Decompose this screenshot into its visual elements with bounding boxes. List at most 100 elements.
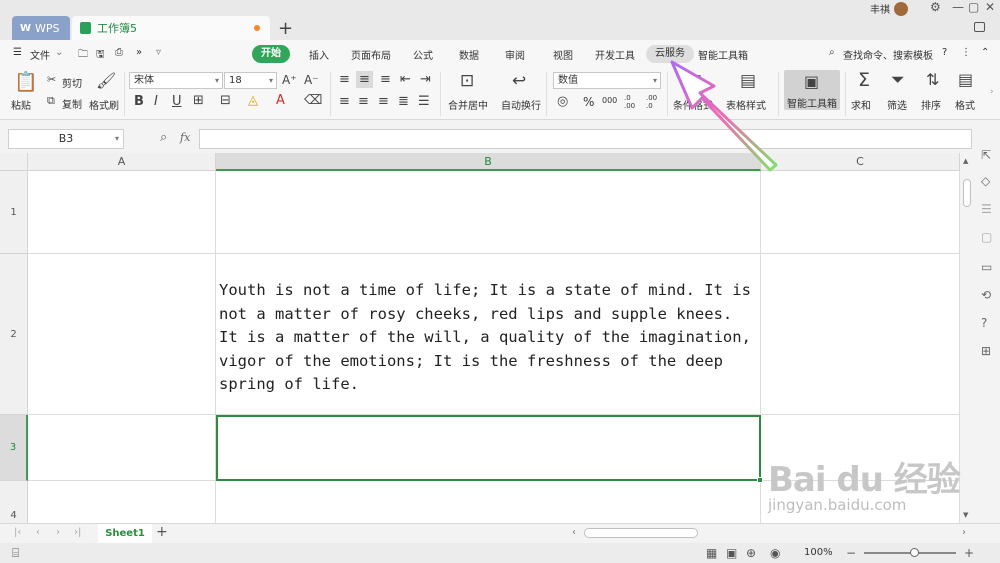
close-button[interactable]: ✕ (985, 0, 995, 14)
style-icon[interactable]: ▢ (981, 230, 992, 244)
more-options-icon[interactable]: ⋮ (961, 47, 971, 58)
select-all-corner[interactable] (0, 153, 28, 171)
zoom-level[interactable]: 100% (804, 547, 833, 558)
prev-sheet-icon[interactable]: ‹ (36, 527, 40, 538)
scroll-down-icon[interactable]: ▼ (963, 511, 968, 519)
font-color-icon[interactable]: A (276, 94, 285, 107)
print-icon[interactable]: ⎙ (115, 47, 123, 58)
bold-icon[interactable]: B (134, 95, 144, 108)
add-sheet-button[interactable]: + (156, 524, 168, 540)
zoom-slider[interactable] (864, 548, 956, 557)
tab-wps-home[interactable]: W WPS (12, 16, 70, 40)
file-menu-chevron-icon[interactable]: ⌄ (55, 47, 63, 58)
select-cursor-icon[interactable]: ⇱ (981, 148, 991, 162)
page-layout-view-icon[interactable]: ⊕ (746, 546, 756, 560)
tab-cloud-service[interactable]: 云服务 (646, 45, 694, 63)
justify-icon[interactable]: ≣ (398, 95, 409, 108)
hamburger-menu-icon[interactable]: ☰ (13, 47, 22, 58)
zoom-formula-icon[interactable]: ⌕ (160, 130, 167, 145)
copy-button[interactable]: 复制 (62, 96, 82, 111)
macro-record-icon[interactable]: ⌸ (12, 546, 19, 561)
merge-center-icon[interactable]: ⊡ (460, 73, 474, 90)
tab-workbook[interactable]: 工作簿5 (72, 16, 270, 40)
increase-decimal-button[interactable]: .0 .00 (624, 94, 640, 110)
paste-icon[interactable]: 📋 (14, 73, 38, 92)
fill-handle[interactable] (757, 477, 763, 483)
cell-style-icon[interactable]: ⊟ (220, 94, 231, 107)
vertical-scrollbar[interactable]: ▲ ▼ (960, 153, 974, 523)
more-quick-icon[interactable]: » (136, 47, 142, 58)
align-middle-icon[interactable]: ≡ (356, 71, 373, 88)
maximize-button[interactable]: ▢ (968, 0, 979, 14)
new-tab-button[interactable]: + (278, 18, 293, 39)
open-icon[interactable]: 🗀 (78, 47, 88, 64)
align-bottom-icon[interactable]: ≡ (380, 73, 391, 86)
tab-data[interactable]: 数据 (459, 47, 479, 62)
panel-toggle-icon[interactable] (974, 22, 985, 32)
align-left-icon[interactable]: ≡ (339, 95, 350, 108)
align-top-icon[interactable]: ≡ (339, 73, 350, 86)
chevron-right-icon[interactable]: › (990, 88, 994, 97)
next-sheet-icon[interactable]: › (56, 527, 60, 538)
zoom-out-button[interactable]: − (846, 546, 856, 560)
tab-review[interactable]: 审阅 (505, 47, 525, 62)
column-header-c[interactable]: C (761, 153, 960, 171)
row-header-3[interactable]: 3 (0, 415, 28, 481)
scroll-right-icon[interactable]: › (962, 527, 966, 538)
align-right-icon[interactable]: ≡ (378, 95, 389, 108)
help-icon[interactable]: ? (981, 316, 987, 330)
cell-b1[interactable] (216, 171, 761, 254)
horizontal-scroll-thumb[interactable] (584, 528, 698, 538)
copy-icon[interactable]: ⧉ (47, 95, 55, 106)
apps-grid-icon[interactable]: ⊞ (981, 344, 991, 358)
archive-icon[interactable]: ▭ (981, 260, 992, 274)
formula-input[interactable] (199, 129, 972, 149)
font-size-select[interactable]: 18 ▾ (224, 72, 277, 89)
history-icon[interactable]: ⟲ (981, 288, 991, 302)
clear-format-icon[interactable]: ⌫ (304, 94, 322, 107)
table-style-button[interactable]: 表格样式 (726, 97, 766, 112)
sort-button[interactable]: 排序 (921, 97, 941, 112)
format-painter-button[interactable]: 格式刷 (89, 97, 119, 112)
sum-icon[interactable]: Σ (858, 71, 870, 90)
row-header-4[interactable]: 4 (0, 481, 28, 523)
cell-a2[interactable] (28, 254, 216, 415)
paste-button[interactable]: 粘贴 (11, 97, 31, 112)
fill-color-icon[interactable]: ◬ (248, 94, 258, 107)
fx-button[interactable]: fx (180, 131, 190, 144)
cell-a1[interactable] (28, 171, 216, 254)
conditional-format-button[interactable]: 条件格式 (673, 97, 713, 112)
active-cell-b3[interactable] (216, 415, 763, 483)
row-header-1[interactable]: 1 (0, 171, 28, 254)
last-sheet-icon[interactable]: ›| (74, 527, 81, 538)
decrease-decimal-button[interactable]: .00 .0 (646, 94, 662, 110)
cell-c1[interactable] (761, 171, 960, 254)
scroll-up-icon[interactable]: ▲ (963, 157, 968, 165)
tab-page-layout[interactable]: 页面布局 (351, 47, 391, 62)
percent-button[interactable]: % (583, 95, 594, 109)
cut-icon[interactable]: ✂ (47, 74, 56, 85)
save-icon[interactable]: 🖫 (96, 47, 105, 64)
column-header-a[interactable]: A (28, 153, 216, 171)
row-header-2[interactable]: 2 (0, 254, 28, 415)
first-sheet-icon[interactable]: |‹ (14, 527, 21, 538)
cell-a4[interactable] (28, 481, 216, 523)
tab-formulas[interactable]: 公式 (413, 47, 433, 62)
column-header-b[interactable]: B (216, 153, 761, 171)
format-icon[interactable]: ▤ (958, 72, 973, 88)
underline-icon[interactable]: U (172, 95, 182, 108)
file-menu[interactable]: 文件 (30, 47, 50, 62)
cut-button[interactable]: 剪切 (62, 75, 82, 90)
borders-icon[interactable]: ⊞ (193, 94, 204, 107)
smart-toolbox-button[interactable]: ▣ 智能工具箱 (784, 70, 840, 110)
eye-protection-icon[interactable]: ◉ (770, 546, 780, 560)
format-button[interactable]: 格式 (955, 97, 975, 112)
page-break-view-icon[interactable]: ▣ (726, 546, 737, 560)
help-button[interactable]: ? (942, 47, 947, 58)
shapes-icon[interactable]: ◇ (981, 174, 990, 188)
currency-icon[interactable]: ◎ (557, 95, 568, 108)
align-center-icon[interactable]: ≡ (358, 95, 369, 108)
sum-button[interactable]: 求和 (851, 97, 871, 112)
normal-view-icon[interactable]: ▦ (706, 546, 717, 560)
customize-quick-icon[interactable]: ▿ (156, 47, 161, 58)
